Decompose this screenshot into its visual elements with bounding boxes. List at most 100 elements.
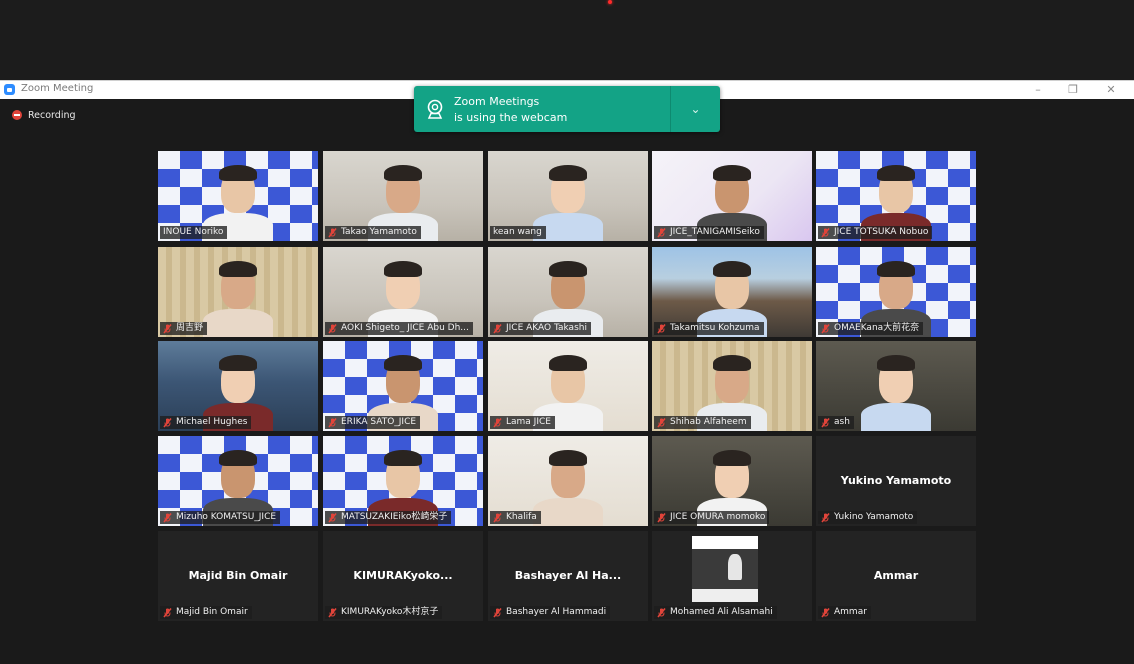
participant-hair — [877, 165, 915, 181]
participant-name-tag: Takao Yamamoto — [325, 226, 421, 239]
participant-hair — [219, 450, 257, 466]
participant-name: Shihab Alfaheem — [670, 417, 747, 427]
participant-tile[interactable]: ash — [816, 341, 976, 431]
participant-name: Khalifa — [506, 512, 537, 522]
muted-microphone-icon — [821, 512, 830, 523]
participant-name-tag: JICE AKAO Takashi — [490, 322, 591, 335]
participant-tile[interactable]: KIMURAKyoko... KIMURAKyoko木村京子 — [323, 531, 483, 621]
participant-name-tag: Bashayer Al Hammadi — [490, 606, 611, 619]
participant-name-tag: KIMURAKyoko木村京子 — [325, 606, 443, 619]
participant-body — [203, 309, 273, 337]
participant-hair — [549, 355, 587, 371]
window-title: Zoom Meeting — [21, 83, 94, 94]
participant-tile[interactable]: JICE_TANIGAMISeiko — [652, 151, 812, 241]
muted-microphone-icon — [163, 607, 172, 618]
participant-name: Majid Bin Omair — [176, 607, 248, 617]
participant-hair — [384, 450, 422, 466]
participant-name-tag: ash — [818, 416, 854, 429]
participant-name-tag: 周吉野 — [160, 322, 208, 335]
participant-hair — [549, 450, 587, 466]
participant-name: MATSUZAKIEiko松崎栄子 — [341, 512, 448, 522]
participant-hair — [384, 261, 422, 277]
participant-name: JICE AKAO Takashi — [506, 323, 587, 333]
participant-name: AOKI Shigeto_ JICE Abu Dh... — [341, 323, 469, 333]
participant-name-tag: MATSUZAKIEiko松崎栄子 — [325, 511, 452, 524]
participant-tile[interactable]: INOUE Noriko — [158, 151, 318, 241]
participant-name-tag: Ammar — [818, 606, 871, 619]
participant-tile[interactable]: Shihab Alfaheem — [652, 341, 812, 431]
muted-microphone-icon — [163, 323, 172, 334]
participant-tile[interactable]: Yukino Yamamoto Yukino Yamamoto — [816, 436, 976, 526]
participant-tile[interactable]: Mizuho KOMATSU_JICE — [158, 436, 318, 526]
participant-tile[interactable]: JICE OMURA momoko — [652, 436, 812, 526]
participant-name: Mizuho KOMATSU_JICE — [176, 512, 277, 522]
participant-tile[interactable]: Bashayer Al Ha... Bashayer Al Hammadi — [488, 531, 648, 621]
participant-name-tag: Michael Hughes — [160, 416, 252, 429]
participant-tile[interactable]: OMAEKana大前花奈 — [816, 247, 976, 337]
participant-name-tag: Yukino Yamamoto — [818, 511, 918, 524]
participant-tile[interactable]: ERIKA SATO_JICE — [323, 341, 483, 431]
participant-gallery: INOUE Noriko Takao Yamamoto kean wang JICE_… — [158, 151, 976, 623]
muted-microphone-icon — [163, 512, 172, 523]
participant-name: Takao Yamamoto — [341, 227, 417, 237]
participant-body — [533, 498, 603, 526]
muted-microphone-icon — [657, 227, 666, 238]
restore-button[interactable]: ❐ — [1063, 82, 1083, 98]
participant-tile[interactable]: Khalifa — [488, 436, 648, 526]
participant-name: ERIKA SATO_JICE — [341, 417, 417, 427]
notification-message: is using the webcam — [454, 111, 568, 124]
participant-hair — [713, 450, 751, 466]
muted-microphone-icon — [493, 417, 502, 428]
minimize-button[interactable]: – — [1028, 82, 1048, 98]
participant-display-name: Ammar — [873, 569, 919, 582]
participant-name: Michael Hughes — [176, 417, 248, 427]
muted-microphone-icon — [328, 417, 337, 428]
participant-tile[interactable]: Michael Hughes — [158, 341, 318, 431]
participant-tile[interactable]: Lama JICE — [488, 341, 648, 431]
participant-name-tag: Khalifa — [490, 511, 541, 524]
participant-name: ash — [834, 417, 850, 427]
participant-name: Lama JICE — [506, 417, 551, 427]
muted-microphone-icon — [328, 512, 337, 523]
muted-microphone-icon — [163, 417, 172, 428]
webcam-notification[interactable]: Zoom Meetings is using the webcam ⌄ — [414, 86, 720, 132]
participant-tile[interactable]: Takao Yamamoto — [323, 151, 483, 241]
participant-tile[interactable]: 周吉野 — [158, 247, 318, 337]
participant-name: Bashayer Al Hammadi — [506, 607, 607, 617]
participant-tile[interactable]: Majid Bin Omair Majid Bin Omair — [158, 531, 318, 621]
notification-title: Zoom Meetings — [454, 95, 540, 108]
participant-name-tag: AOKI Shigeto_ JICE Abu Dh... — [325, 322, 473, 335]
muted-microphone-icon — [821, 417, 830, 428]
participant-tile[interactable]: JICE TOTSUKA Nobuo — [816, 151, 976, 241]
profile-picture — [692, 536, 758, 602]
participant-tile[interactable]: MATSUZAKIEiko松崎栄子 — [323, 436, 483, 526]
camera-indicator-icon — [608, 0, 612, 4]
participant-name: INOUE Noriko — [163, 227, 224, 237]
close-button[interactable]: ✕ — [1101, 82, 1121, 98]
participant-name: KIMURAKyoko木村京子 — [341, 607, 439, 617]
participant-name-tag: JICE TOTSUKA Nobuo — [818, 226, 933, 239]
participant-name: Mohamed Ali Alsamahi — [670, 607, 773, 617]
participant-tile[interactable]: JICE AKAO Takashi — [488, 247, 648, 337]
expand-notification-button[interactable]: ⌄ — [671, 86, 720, 132]
participant-name-tag: Lama JICE — [490, 416, 555, 429]
participant-tile[interactable]: Mohamed Ali Alsamahi — [652, 531, 812, 621]
participant-name-tag: JICE_TANIGAMISeiko — [654, 226, 764, 239]
participant-tile[interactable]: Takamitsu Kohzuma — [652, 247, 812, 337]
participant-body — [861, 403, 931, 431]
participant-display-name: Yukino Yamamoto — [840, 474, 952, 487]
participant-tile[interactable]: kean wang — [488, 151, 648, 241]
participant-name-tag: Shihab Alfaheem — [654, 416, 751, 429]
participant-tile[interactable]: AOKI Shigeto_ JICE Abu Dh... — [323, 247, 483, 337]
participant-tile[interactable]: Ammar Ammar — [816, 531, 976, 621]
participant-hair — [384, 355, 422, 371]
participant-name-tag: Mohamed Ali Alsamahi — [654, 606, 777, 619]
muted-microphone-icon — [328, 227, 337, 238]
participant-hair — [549, 165, 587, 181]
recording-indicator[interactable]: Recording — [12, 108, 76, 122]
participant-hair — [219, 261, 257, 277]
participant-display-name: Majid Bin Omair — [188, 569, 288, 582]
muted-microphone-icon — [821, 227, 830, 238]
participant-hair — [384, 165, 422, 181]
muted-microphone-icon — [821, 607, 830, 618]
